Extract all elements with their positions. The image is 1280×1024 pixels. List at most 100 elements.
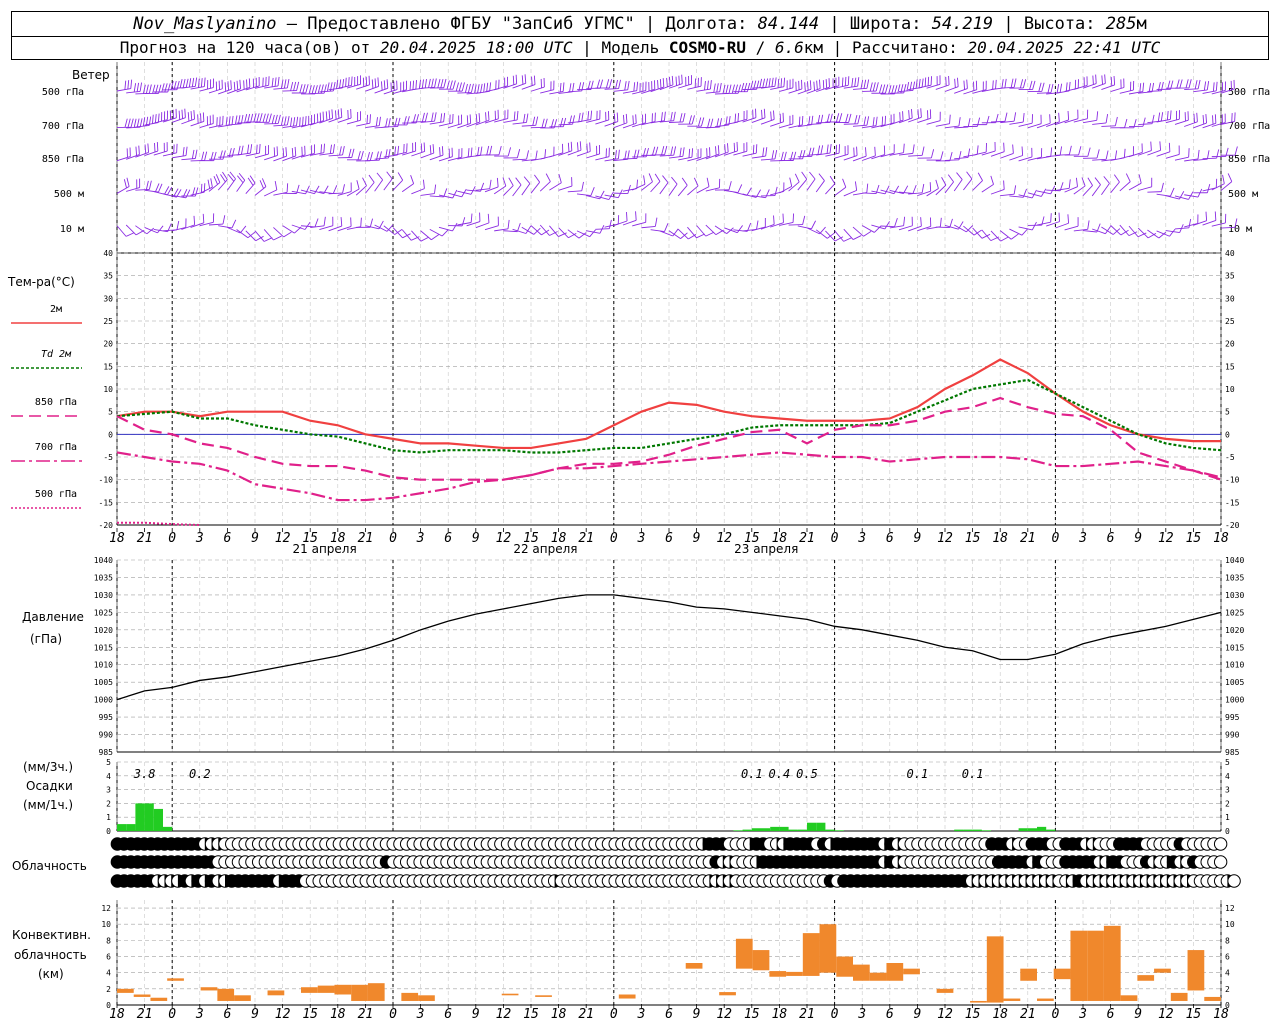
temp-time-axis-label: 0 xyxy=(168,531,176,546)
wind-barb-shaft xyxy=(595,156,610,161)
wind-barb-feather xyxy=(1148,83,1152,93)
wind-barb-feather xyxy=(263,237,273,242)
wind-barb-feather xyxy=(661,112,663,122)
wind-barb-feather xyxy=(915,79,918,89)
wind-barb-feather xyxy=(1003,142,1005,152)
wind-barb-feather xyxy=(682,147,685,157)
wind-barb-feather xyxy=(966,79,968,89)
wind-barb-feather xyxy=(187,112,190,122)
wind-barb-feather xyxy=(615,150,617,160)
wind-barb-feather xyxy=(774,149,778,160)
wind-barb-feather xyxy=(1049,114,1051,124)
wind-barb-shaft xyxy=(401,183,414,193)
wind-barb-feather xyxy=(1206,183,1211,193)
wind-barb-feather xyxy=(259,113,263,123)
wind-barb-feather xyxy=(1113,75,1116,85)
prec-ytick-left: 1 xyxy=(106,813,111,822)
wind-barb-feather xyxy=(239,79,242,89)
wind-barb-feather xyxy=(872,117,875,127)
temp-ytick-right: -10 xyxy=(1225,476,1240,485)
wind-barb-feather xyxy=(440,78,444,88)
wind-barb-feather xyxy=(661,145,665,155)
wind-barb-shaft xyxy=(908,154,923,157)
precip-title: Осадки xyxy=(26,779,73,793)
conv-bar xyxy=(903,968,920,975)
wind-barb-shaft xyxy=(383,178,393,191)
wind-barb-shaft xyxy=(236,122,251,124)
temp-time-axis-label: 9 xyxy=(913,531,921,546)
wind-barb-shaft xyxy=(337,117,352,123)
wind-barb-feather xyxy=(1022,113,1025,123)
wind-barb-feather xyxy=(802,215,806,225)
temp-ytick-right: 10 xyxy=(1225,385,1235,394)
wind-barb-shaft xyxy=(843,85,858,89)
wind-barb-feather xyxy=(231,115,234,125)
wind-barb-shaft xyxy=(438,122,453,127)
wind-barb-shaft xyxy=(521,84,536,90)
precip-unit-bottom: (мм/1ч.) xyxy=(23,798,74,812)
wind-barb-feather xyxy=(572,82,575,92)
wind-barb-feather xyxy=(523,113,526,123)
wind-barb-feather xyxy=(866,116,870,126)
wind-barb-feather xyxy=(829,144,832,154)
wind-barb-feather xyxy=(193,215,196,225)
wind-barb-shaft xyxy=(604,121,618,127)
wind-barb-feather xyxy=(654,217,658,227)
wind-barb-shaft xyxy=(944,181,954,194)
wind-barb-feather xyxy=(302,84,306,94)
precip-bar xyxy=(135,803,145,831)
wind-barb-shaft xyxy=(1055,222,1069,229)
wind-barb-shaft xyxy=(521,124,536,127)
wind-barb-shaft xyxy=(632,221,646,227)
wind-barb-shaft xyxy=(1165,154,1180,159)
conv-bar xyxy=(117,988,134,993)
wind-barb-feather xyxy=(1010,233,1019,240)
wind-barb-feather xyxy=(1000,236,1009,242)
wind-barb-feather xyxy=(133,118,137,128)
temp-ytick-left: -10 xyxy=(99,476,114,485)
bottom-time-axis-label: 15 xyxy=(523,1007,539,1022)
wind-barb-feather xyxy=(1193,113,1196,123)
wind-barb-feather xyxy=(360,150,364,160)
wind-barb-feather xyxy=(431,234,440,241)
wind-barb-feather xyxy=(144,144,147,154)
temp-time-axis-label: 9 xyxy=(251,531,259,546)
wind-barb-feather xyxy=(789,177,793,187)
prec-ytick-right: 3 xyxy=(1225,786,1230,795)
wind-barb-feather xyxy=(727,143,729,153)
conv-bar xyxy=(301,987,318,993)
precip-bar xyxy=(816,822,826,831)
wind-barb-shaft xyxy=(825,230,836,242)
wind-barb-shaft xyxy=(944,159,960,161)
wind-barb-feather xyxy=(851,78,854,88)
wind-barb-shaft xyxy=(1082,230,1097,233)
wind-barb-feather xyxy=(570,141,573,151)
wind-barb-feather xyxy=(441,229,449,237)
wind-level-label-left: 500 м xyxy=(54,189,84,200)
wind-barb-shaft xyxy=(401,229,412,241)
wind-barb-feather xyxy=(136,118,140,128)
wind-barb-feather xyxy=(1094,177,1101,185)
wind-barb-shaft xyxy=(208,223,223,226)
bottom-time-axis-label: 6 xyxy=(444,1007,452,1022)
wind-barb-feather xyxy=(762,78,766,88)
wind-barb-shaft xyxy=(319,117,333,124)
conv-bar xyxy=(853,964,870,981)
wind-barb-feather xyxy=(590,110,593,120)
wind-barb-feather xyxy=(654,173,661,182)
wind-barb-feather xyxy=(688,234,697,240)
temp-time-axis-label: 21 xyxy=(1020,531,1036,546)
wind-barb-shaft xyxy=(1174,227,1189,230)
wind-barb-feather xyxy=(1058,112,1060,122)
wind-barb-shaft xyxy=(953,179,963,192)
wind-barb-feather xyxy=(230,80,232,90)
wind-barb-shaft xyxy=(282,225,295,234)
wind-barb-feather xyxy=(244,113,248,123)
conv-bar xyxy=(1020,968,1037,981)
pres-ytick-left: 1020 xyxy=(94,626,113,635)
conv-title-1: Конвективн. xyxy=(12,928,91,942)
wind-barb-feather xyxy=(743,82,748,92)
cloud-row-low xyxy=(110,874,1241,888)
temp-time-axis-label: 18 xyxy=(1213,531,1229,546)
wind-barb-shaft xyxy=(852,124,867,127)
